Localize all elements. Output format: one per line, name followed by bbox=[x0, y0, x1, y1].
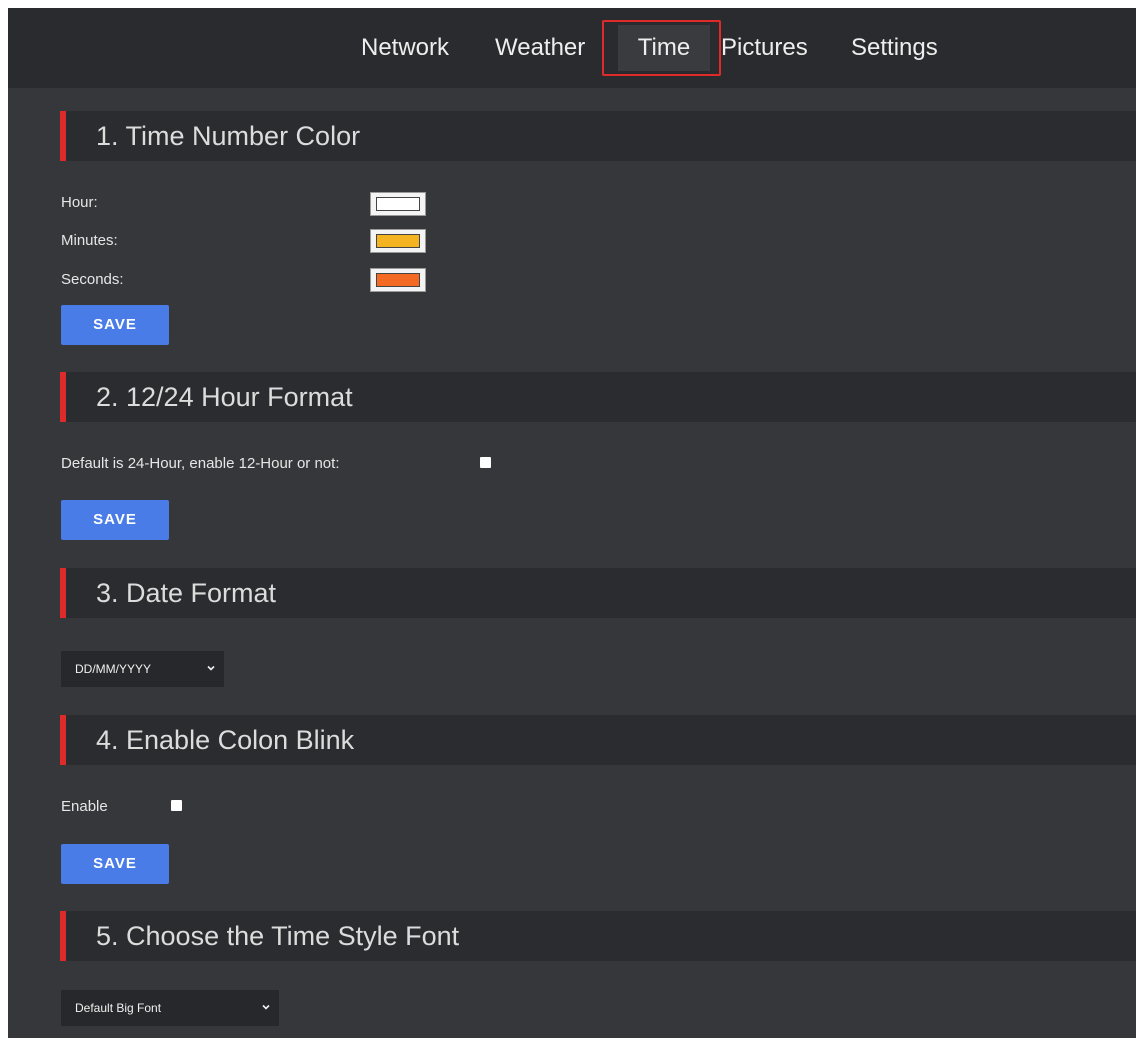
save-button-colon-blink[interactable]: SAVE bbox=[61, 844, 169, 884]
enable-12-hour-checkbox[interactable] bbox=[480, 457, 491, 468]
chevron-down-icon bbox=[262, 1004, 270, 1010]
section-header-time-style-font: 5. Choose the Time Style Font bbox=[60, 911, 1136, 961]
section-title: 5. Choose the Time Style Font bbox=[96, 921, 460, 951]
colon-blink-label: Enable bbox=[61, 798, 108, 815]
tab-time[interactable]: Time bbox=[618, 25, 710, 71]
save-button-hour-format[interactable]: SAVE bbox=[61, 500, 169, 540]
date-format-select[interactable]: DD/MM/YYYY bbox=[61, 651, 224, 687]
section-accent-bar bbox=[60, 911, 66, 961]
section-accent-bar bbox=[60, 568, 66, 618]
section-header-time-number-color: 1. Time Number Color bbox=[60, 111, 1136, 161]
section-title: 4. Enable Colon Blink bbox=[96, 725, 355, 755]
section-header-hour-format: 2. 12/24 Hour Format bbox=[60, 372, 1136, 422]
enable-colon-blink-checkbox[interactable] bbox=[171, 800, 182, 811]
chevron-down-icon bbox=[207, 665, 215, 671]
tab-settings[interactable]: Settings bbox=[851, 25, 938, 71]
section-accent-bar bbox=[60, 111, 66, 161]
hour-color-picker[interactable] bbox=[370, 192, 426, 216]
minutes-color-fill bbox=[376, 234, 420, 248]
time-style-font-select[interactable]: Default Big Font bbox=[61, 990, 279, 1026]
top-navigation: Network Weather Time Pictures Settings bbox=[8, 8, 1136, 88]
save-button-time-color[interactable]: SAVE bbox=[61, 305, 169, 345]
tab-network[interactable]: Network bbox=[361, 25, 449, 71]
time-style-font-selected-value: Default Big Font bbox=[75, 1001, 162, 1015]
hour-label: Hour: bbox=[61, 194, 98, 211]
section-header-colon-blink: 4. Enable Colon Blink bbox=[60, 715, 1136, 765]
app-window: Network Weather Time Pictures Settings 1… bbox=[8, 8, 1136, 1038]
date-format-selected-value: DD/MM/YYYY bbox=[75, 662, 152, 676]
section-header-date-format: 3. Date Format bbox=[60, 568, 1136, 618]
section-title: 2. 12/24 Hour Format bbox=[96, 382, 353, 412]
hour-format-label: Default is 24-Hour, enable 12-Hour or no… bbox=[61, 455, 340, 472]
section-accent-bar bbox=[60, 372, 66, 422]
tab-pictures[interactable]: Pictures bbox=[721, 25, 808, 71]
seconds-label: Seconds: bbox=[61, 271, 124, 288]
tab-weather[interactable]: Weather bbox=[495, 25, 585, 71]
section-accent-bar bbox=[60, 715, 66, 765]
section-title: 3. Date Format bbox=[96, 578, 277, 608]
section-title: 1. Time Number Color bbox=[96, 121, 361, 151]
seconds-color-picker[interactable] bbox=[370, 268, 426, 292]
minutes-label: Minutes: bbox=[61, 232, 118, 249]
hour-color-fill bbox=[376, 197, 420, 211]
minutes-color-picker[interactable] bbox=[370, 229, 426, 253]
seconds-color-fill bbox=[376, 273, 420, 287]
